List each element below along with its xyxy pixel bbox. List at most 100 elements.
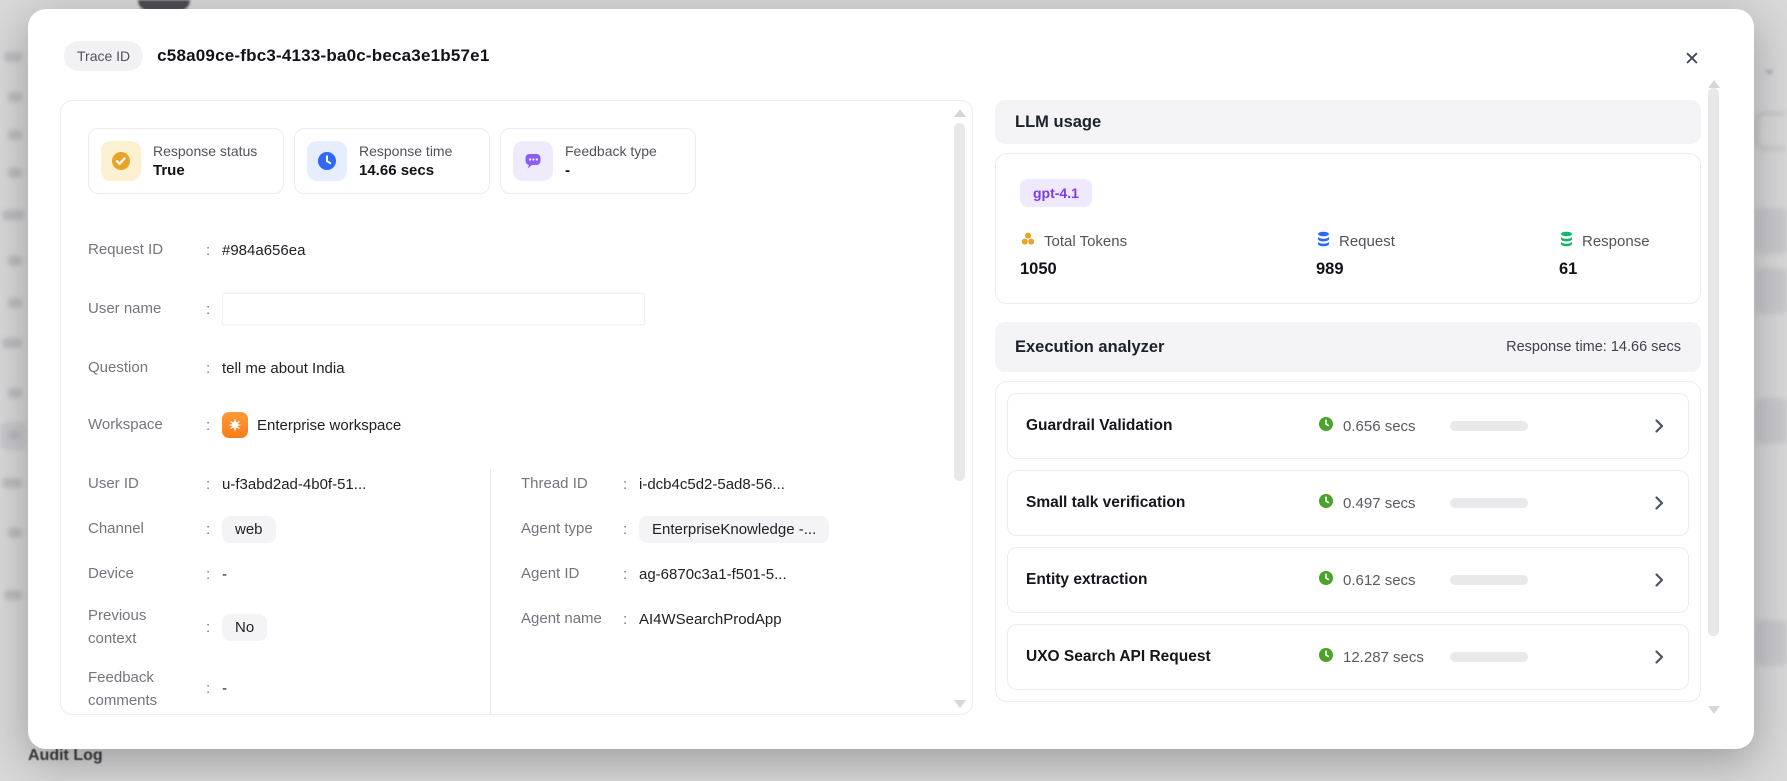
field-colon: : bbox=[206, 241, 211, 259]
step-duration: 0.656 secs bbox=[1343, 417, 1416, 435]
field-label: Agent type bbox=[521, 520, 593, 538]
field-colon: : bbox=[206, 618, 211, 636]
background-fragment bbox=[8, 92, 22, 102]
scroll-down-icon[interactable] bbox=[1708, 706, 1720, 714]
question-row: Question : tell me about India bbox=[88, 354, 932, 382]
chevron-right-icon[interactable] bbox=[1650, 571, 1668, 589]
clock-icon bbox=[1318, 570, 1334, 591]
llm-usage-title: LLM usage bbox=[1015, 112, 1102, 131]
previous-context-badge: No bbox=[222, 613, 268, 641]
close-icon[interactable]: ✕ bbox=[1678, 45, 1706, 73]
step-duration: 0.497 secs bbox=[1343, 494, 1416, 512]
execution-steps-list: Guardrail Validation 0.656 secs Small ta… bbox=[995, 381, 1701, 702]
background-fragment bbox=[8, 528, 22, 538]
step-duration: 0.612 secs bbox=[1343, 571, 1416, 589]
field-label: Thread ID bbox=[521, 475, 588, 493]
duration-bar bbox=[1450, 421, 1528, 431]
clock-icon bbox=[1318, 647, 1334, 668]
chevron-right-icon[interactable] bbox=[1650, 494, 1668, 512]
step-name: Entity extraction bbox=[1026, 571, 1148, 588]
execution-step-small-talk-verification[interactable]: Small talk verification 0.497 secs bbox=[1007, 470, 1689, 536]
audit-log-label: Audit Log bbox=[28, 747, 103, 764]
duration-bar bbox=[1450, 575, 1528, 585]
execution-step-uxo-search-api-request[interactable]: UXO Search API Request 12.287 secs bbox=[1007, 624, 1689, 690]
database-icon bbox=[1559, 231, 1574, 251]
duration-bar bbox=[1450, 652, 1528, 662]
modal-scrollbar[interactable] bbox=[1706, 72, 1720, 722]
response-tokens-metric: Response 61 bbox=[1559, 231, 1676, 279]
chevron-right-icon[interactable] bbox=[1650, 648, 1668, 666]
field-colon: : bbox=[206, 359, 211, 377]
request-tokens-metric: Request 989 bbox=[1316, 231, 1559, 279]
left-panel-scrollbar[interactable] bbox=[952, 101, 966, 714]
field-label: User name bbox=[88, 300, 162, 318]
device-value: - bbox=[222, 565, 227, 583]
field-label: Previous context bbox=[88, 607, 147, 648]
execution-step-guardrail-validation[interactable]: Guardrail Validation 0.656 secs bbox=[1007, 393, 1689, 459]
analysis-panel: LLM usage gpt-4.1 Total Tokens 1050 Requ… bbox=[995, 100, 1701, 715]
trace-detail-modal: Trace ID c58a09ce-fbc3-4133-ba0c-beca3e1… bbox=[28, 9, 1754, 749]
scroll-up-icon[interactable] bbox=[954, 109, 966, 117]
response-time-card: Response time 14.66 secs bbox=[294, 128, 490, 194]
feedback-comments-row: Feedback comments : - bbox=[88, 666, 490, 713]
model-badge: gpt-4.1 bbox=[1020, 179, 1092, 207]
background-fragment bbox=[2, 210, 24, 220]
clock-icon bbox=[1318, 493, 1334, 514]
user-name-row: User name : bbox=[88, 293, 932, 325]
scroll-down-icon[interactable] bbox=[954, 700, 966, 708]
previous-context-row: Previous context : No bbox=[88, 604, 490, 651]
detail-columns: User ID : u-f3abd2ad-4b0f-51... Channel … bbox=[88, 469, 932, 714]
modal-header: Trace ID c58a09ce-fbc3-4133-ba0c-beca3e1… bbox=[64, 41, 489, 71]
step-duration: 12.287 secs bbox=[1343, 648, 1424, 666]
field-label: User ID bbox=[88, 475, 139, 493]
stat-label: Feedback type bbox=[565, 143, 657, 159]
request-id-row: Request ID : #984a656ea bbox=[88, 236, 932, 264]
feedback-comments-value: - bbox=[222, 680, 227, 698]
thread-id-row: Thread ID : i-dcb4c5d2-5ad8-56... bbox=[521, 469, 932, 499]
llm-usage-header: LLM usage bbox=[995, 100, 1701, 144]
user-id-value: u-f3abd2ad-4b0f-51... bbox=[222, 475, 367, 493]
background-fragment bbox=[2, 338, 22, 348]
execution-analyzer-title: Execution analyzer bbox=[1015, 337, 1165, 356]
execution-analyzer-header: Execution analyzer Response time: 14.66 … bbox=[995, 322, 1701, 372]
scroll-up-icon[interactable] bbox=[1708, 80, 1720, 88]
field-colon: : bbox=[623, 565, 628, 583]
scrollbar-thumb[interactable] bbox=[954, 123, 965, 481]
metric-value: 1050 bbox=[1020, 260, 1057, 278]
background-fragment bbox=[8, 256, 22, 266]
duration-bar bbox=[1450, 498, 1528, 508]
stat-label: Response status bbox=[153, 143, 258, 159]
stat-cards-row: Response status True Response time 14.66… bbox=[88, 128, 932, 194]
field-label: Channel bbox=[88, 520, 144, 538]
field-label: Workspace bbox=[88, 416, 163, 434]
user-id-row: User ID : u-f3abd2ad-4b0f-51... bbox=[88, 469, 490, 499]
field-colon: : bbox=[206, 300, 211, 318]
chevron-right-icon[interactable] bbox=[1650, 417, 1668, 435]
field-label: Feedback comments bbox=[88, 668, 158, 709]
agent-type-badge: EnterpriseKnowledge -... bbox=[639, 515, 830, 543]
trace-id-value: c58a09ce-fbc3-4133-ba0c-beca3e1b57e1 bbox=[157, 46, 490, 65]
check-badge-icon bbox=[101, 141, 141, 181]
trace-id-badge: Trace ID bbox=[64, 41, 144, 71]
metric-value: 989 bbox=[1316, 260, 1344, 278]
response-status-card: Response status True bbox=[88, 128, 284, 194]
chat-bubble-icon bbox=[513, 141, 553, 181]
clock-icon bbox=[307, 141, 347, 181]
background-row-fragment bbox=[1755, 620, 1787, 666]
stat-value: - bbox=[565, 162, 570, 179]
agent-name-value: AI4WSearchProdApp bbox=[639, 610, 782, 628]
background-row-fragment bbox=[1755, 398, 1787, 444]
scrollbar-thumb[interactable] bbox=[1708, 88, 1719, 636]
background-fragment bbox=[4, 52, 22, 62]
execution-step-entity-extraction[interactable]: Entity extraction 0.612 secs bbox=[1007, 547, 1689, 613]
channel-row: Channel : web bbox=[88, 514, 490, 544]
metric-label: Total Tokens bbox=[1044, 232, 1128, 250]
background-fragment bbox=[8, 168, 22, 178]
field-colon: : bbox=[206, 680, 211, 698]
tokens-icon bbox=[1020, 231, 1036, 251]
field-label: Agent name bbox=[521, 610, 602, 628]
field-label: Device bbox=[88, 565, 134, 583]
field-colon: : bbox=[623, 520, 628, 538]
workspace-row: Workspace : Enterprise workspace bbox=[88, 411, 932, 439]
field-colon: : bbox=[206, 475, 211, 493]
